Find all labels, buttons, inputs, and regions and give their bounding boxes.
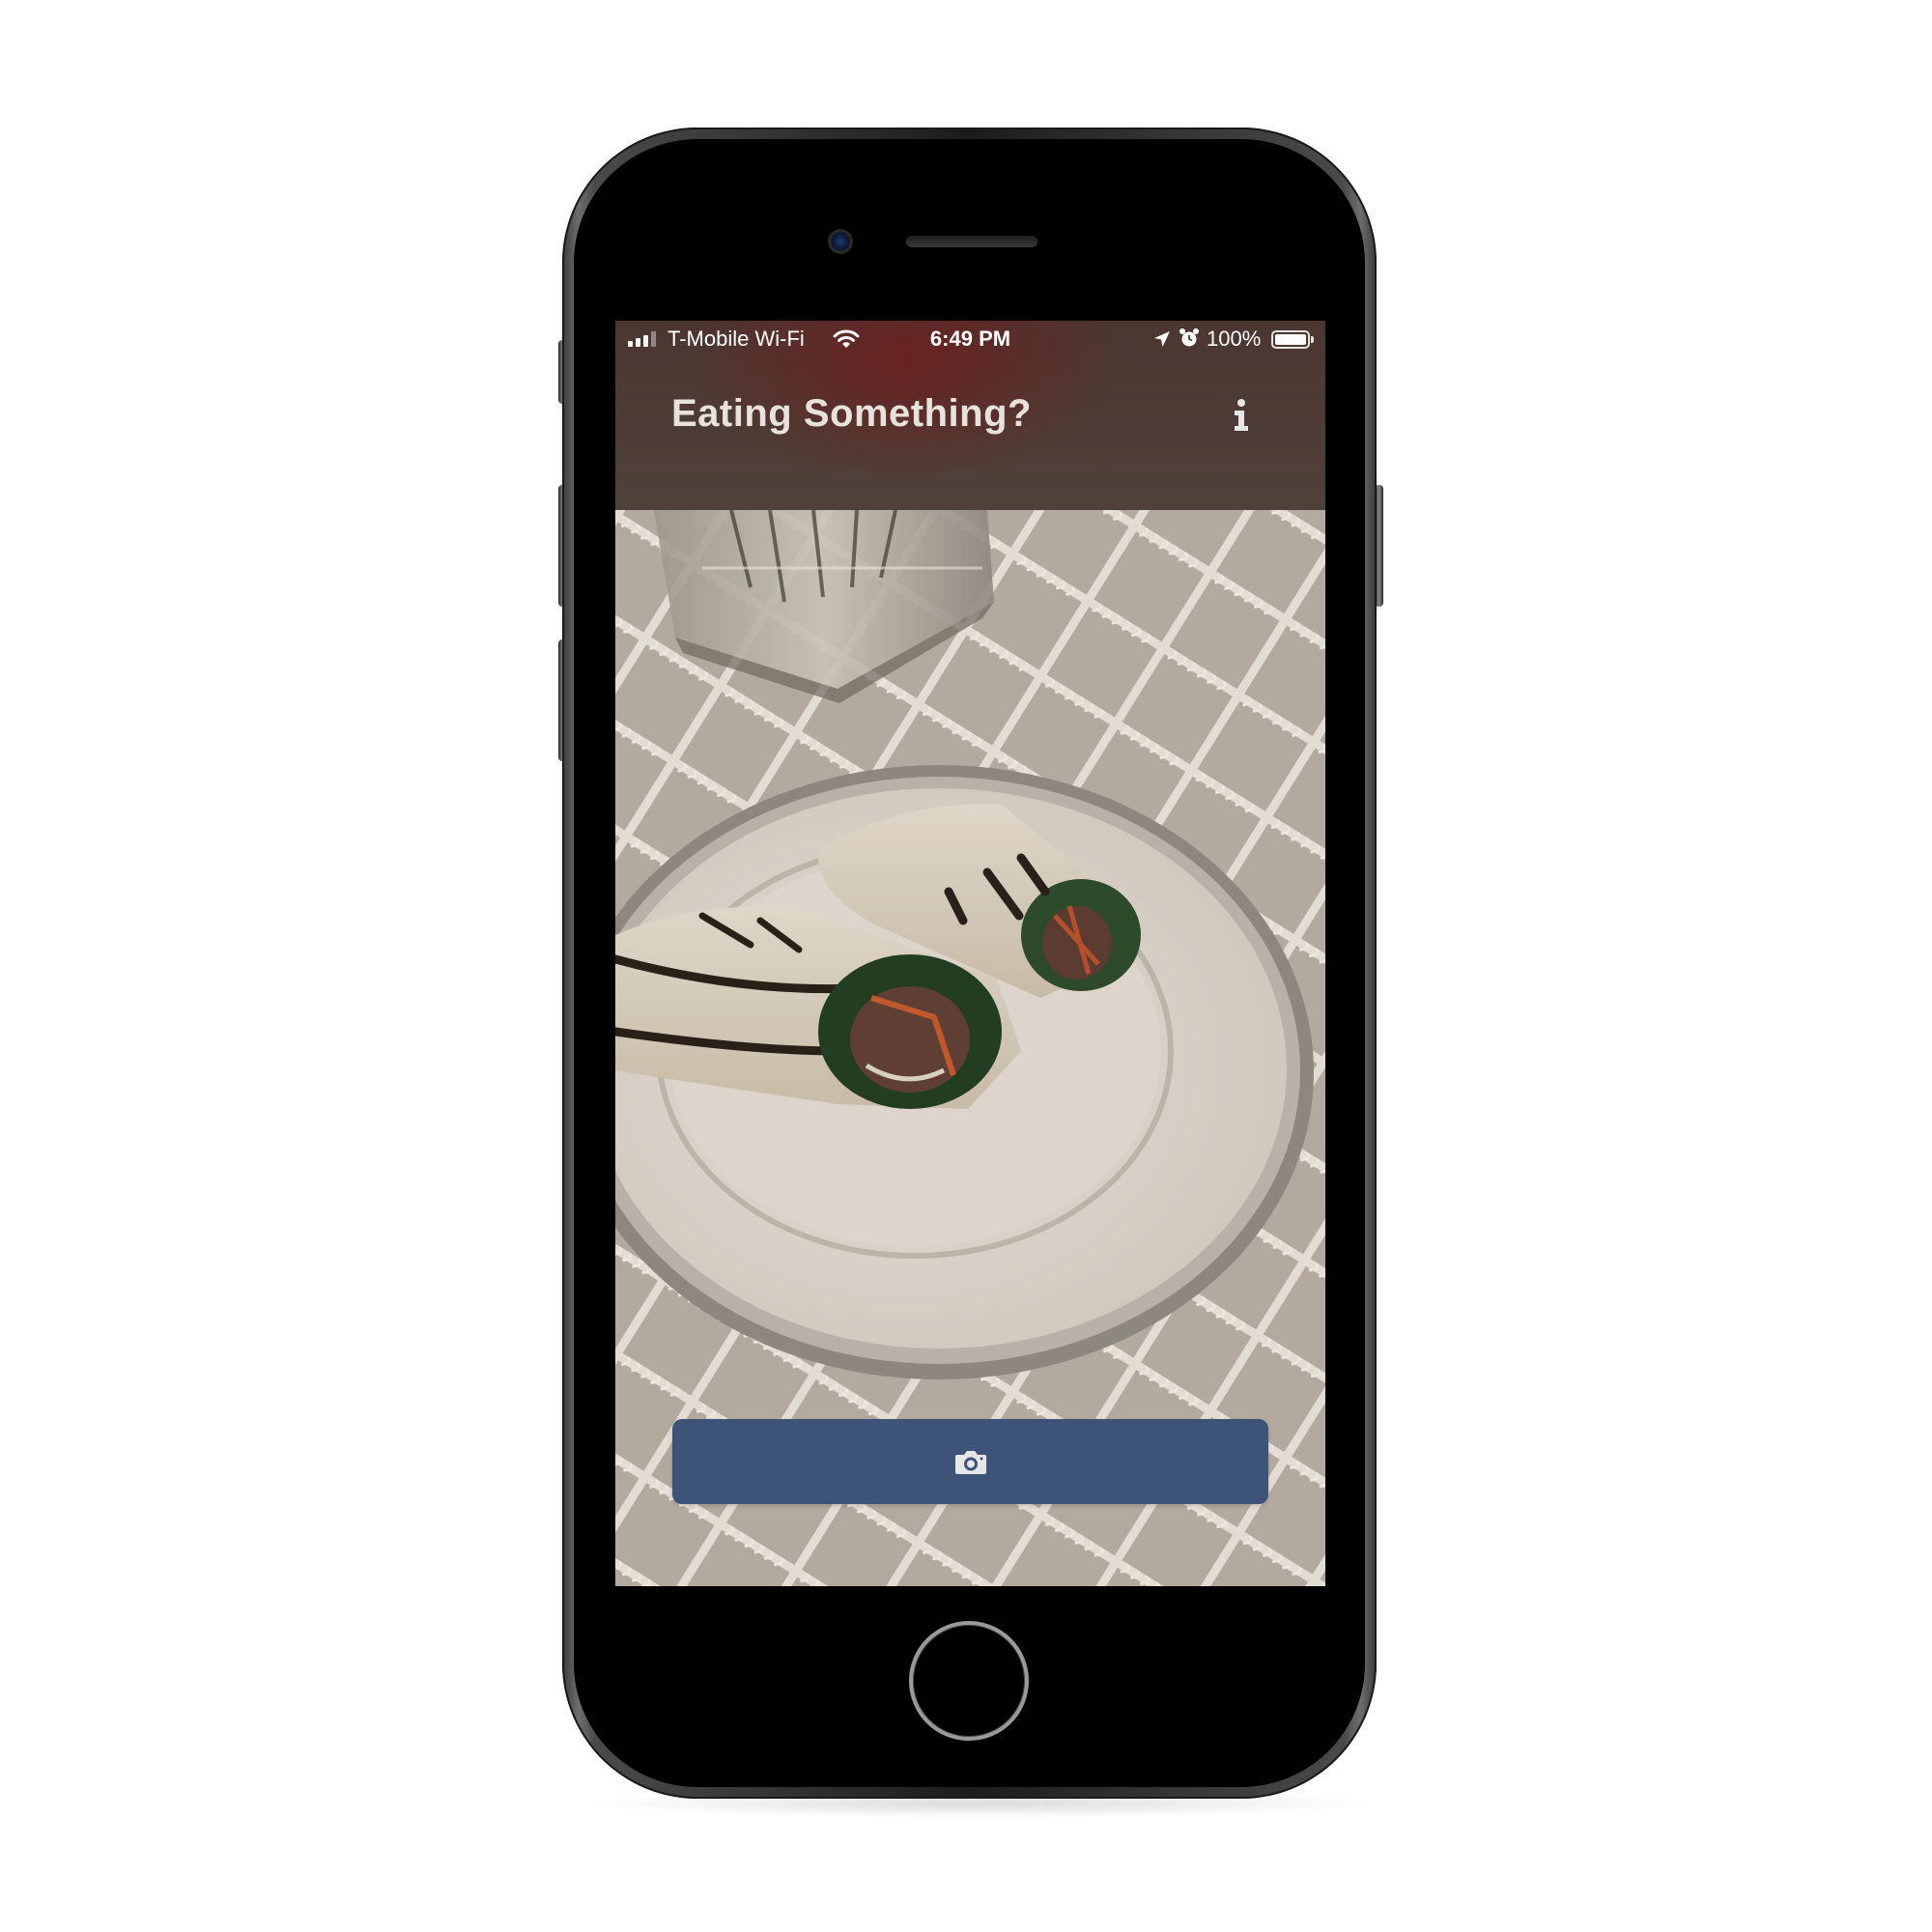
capture-photo-button[interactable]	[672, 1419, 1268, 1504]
info-icon	[1235, 399, 1248, 431]
navigation-header: T-Mobile Wi-Fi 6:49 PM 100% Eating Somet…	[615, 321, 1325, 510]
battery-tip	[1311, 336, 1314, 343]
status-bar: T-Mobile Wi-Fi 6:49 PM 100%	[615, 321, 1325, 359]
page-title: Eating Something?	[671, 392, 1032, 435]
earpiece-speaker	[906, 236, 1037, 247]
info-button[interactable]	[1214, 388, 1268, 442]
front-camera	[828, 229, 853, 254]
battery-icon	[1271, 330, 1310, 349]
alarm-clock-icon	[1179, 327, 1200, 355]
camera-icon	[954, 1451, 986, 1474]
battery-percentage: 100%	[1207, 327, 1262, 351]
app-screen: T-Mobile Wi-Fi 6:49 PM 100% Eating Somet…	[615, 321, 1325, 1586]
home-button[interactable]	[909, 1621, 1029, 1741]
location-arrow-icon	[1152, 329, 1172, 355]
